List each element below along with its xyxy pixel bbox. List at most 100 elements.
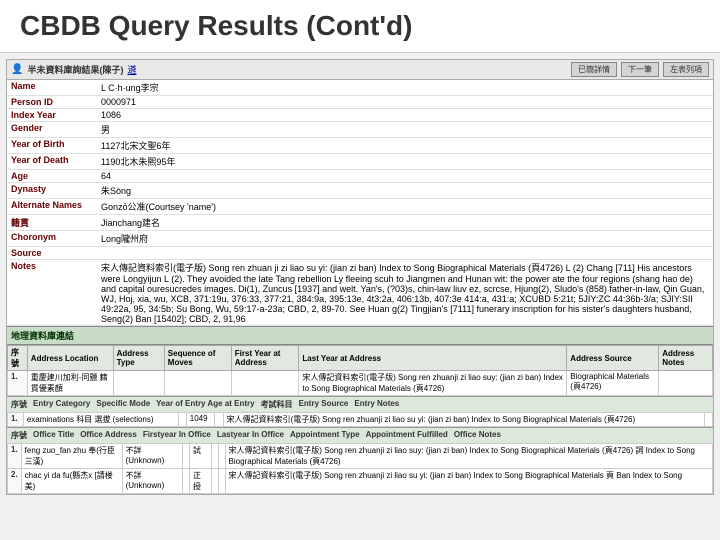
notes-cell: 宋人傳記資料索引(電子版) Song ren zhuanji zi liao s…: [225, 444, 712, 469]
top-bar-link[interactable]: 遴: [127, 63, 136, 76]
last-year-cell: 宋人傳記資料索引(電子版) Song ren zhuanji zi liao s…: [299, 371, 567, 396]
appt-type-cell: [211, 469, 218, 494]
entry-row: 1. examinations 科目 選拔 (selections) 1049 …: [8, 413, 713, 427]
person-field-row: Index Year 1086: [7, 109, 713, 122]
field-value: 男: [97, 122, 713, 138]
person-field-row: Choronym Long隴州府: [7, 231, 713, 247]
person-field-row: Name L C·h·ung李宗: [7, 80, 713, 96]
field-label: Person ID: [7, 96, 97, 109]
office-row: 1. feng zuo_fan zhu 奉(行臣三漢) 不詳 (Unknown)…: [8, 444, 713, 469]
last-cell: 試: [190, 444, 212, 469]
entry-table: 1. examinations 科目 選拔 (selections) 1049 …: [7, 412, 713, 427]
person-field-row: Alternate Names Gonzō公准(Courtsey 'name'): [7, 199, 713, 215]
appt-type-cell: [211, 444, 218, 469]
person-field-row: Gender 男: [7, 122, 713, 138]
field-value: 1190北木朱熙95年: [97, 154, 713, 170]
field-value: 朱Sòng: [97, 183, 713, 199]
field-label: 籍貫: [7, 215, 97, 231]
section1-header: 地理資料庫連結: [7, 326, 713, 345]
field-label: Choronym: [7, 231, 97, 247]
address-cell: 不詳 (Unknown): [122, 469, 182, 494]
field-value: Jianchang建名: [97, 215, 713, 231]
top-bar: 👤 半未資料庫詢結果(陳子) 遴 已簡詳情 下一筆 左表列項: [7, 60, 713, 80]
section2-subheader: 序號 Entry Category Specific Mode Year of …: [7, 396, 713, 412]
address-col-header: Last Year at Address: [299, 346, 567, 371]
field-label: Name: [7, 80, 97, 96]
section3-subheader-row: 序號 Office Title Office Address Firstyear…: [11, 430, 709, 441]
address-col-header: 序號: [8, 346, 28, 371]
seq-cell: 1.: [8, 413, 24, 427]
address-col-header: Address Type: [113, 346, 164, 371]
person-field-row: Age 64: [7, 170, 713, 183]
field-label: Index Year: [7, 109, 97, 122]
notes-cell: [659, 371, 713, 396]
field-value: 1127北宋文聖6年: [97, 138, 713, 154]
person-field-row: Dynasty 朱Sòng: [7, 183, 713, 199]
address-col-header: Address Location: [27, 346, 113, 371]
next-button[interactable]: 下一筆: [621, 62, 659, 77]
last-cell: 正授: [190, 469, 212, 494]
fulfilled-cell: [218, 444, 225, 469]
office-row: 2. chac yi da fu(縣杰x [請楼 美) 不詳 (Unknown)…: [8, 469, 713, 494]
main-content: 👤 半未資料庫詢結果(陳子) 遴 已簡詳情 下一筆 左表列項 Name L C·…: [6, 59, 714, 495]
field-label: Notes: [7, 260, 97, 326]
list-button[interactable]: 左表列項: [663, 62, 709, 77]
field-value: L C·h·ung李宗: [97, 80, 713, 96]
top-bar-left: 👤 半未資料庫詢結果(陳子) 遴: [11, 63, 136, 76]
person-field-row: Year of Death 1190北木朱熙95年: [7, 154, 713, 170]
seq-cell: 1.: [8, 371, 28, 396]
field-label: Gender: [7, 122, 97, 138]
page-title: CBDB Query Results (Cont'd): [20, 10, 700, 42]
type-cell: [113, 371, 164, 396]
field-value: Long隴州府: [97, 231, 713, 247]
notes-cell: [704, 413, 712, 427]
section2-subheader-row: 序號 Entry Category Specific Mode Year of …: [11, 399, 709, 410]
address-cell: 不詳 (Unknown): [122, 444, 182, 469]
top-bar-title: 半未資料庫詢結果(陳子): [27, 63, 123, 76]
field-value: [97, 247, 713, 260]
year-cell: 1049: [186, 413, 215, 427]
person-info-table: Name L C·h·ung李宗 Person ID 0000971 Index…: [7, 80, 713, 326]
source-cell: 宋人傳記資料索引(電子版) Song ren zhuanji zi liao s…: [223, 413, 704, 427]
person-field-row: Source: [7, 247, 713, 260]
person-icon: 👤: [11, 64, 23, 75]
title-cell: chac yi da fu(縣杰x [請楼 美): [21, 469, 122, 494]
notes-cell: 宋人傳記資料索引(電子版) Song ren zhuanji zi liao s…: [225, 469, 712, 494]
field-value: 0000971: [97, 96, 713, 109]
field-value: Gonzō公准(Courtsey 'name'): [97, 199, 713, 215]
field-label: Alternate Names: [7, 199, 97, 215]
address-col-header: First Year at Address: [231, 346, 299, 371]
field-value: 宋人傳記資料索引(電子版) Song ren zhuan ji zi liao …: [97, 260, 713, 326]
field-label: Dynasty: [7, 183, 97, 199]
seq-cell: 2.: [8, 469, 22, 494]
seq-cell: 1.: [8, 444, 22, 469]
address-col-header: Sequence of Moves: [164, 346, 231, 371]
field-value: 1086: [97, 109, 713, 122]
person-field-row: Notes 宋人傳記資料索引(電子版) Song ren zhuan ji zi…: [7, 260, 713, 326]
title-cell: feng zuo_fan zhu 奉(行臣三漢): [21, 444, 122, 469]
first-cell: [183, 469, 190, 494]
source-cell: Biographical Materials (頁4726): [567, 371, 659, 396]
sequence-cell: [164, 371, 231, 396]
address-row: 1. 重慶建川加利-同鹽 籍貫優素顏 宋人傳記資料索引(電子版) Song re…: [8, 371, 713, 396]
detail-button[interactable]: 已簡詳情: [571, 62, 617, 77]
field-label: Source: [7, 247, 97, 260]
section3-subheader: 序號 Office Title Office Address Firstyear…: [7, 427, 713, 443]
mode-cell: [178, 413, 186, 427]
page-header: CBDB Query Results (Cont'd): [0, 0, 720, 53]
office-table: 1. feng zuo_fan zhu 奉(行臣三漢) 不詳 (Unknown)…: [7, 443, 713, 494]
person-field-row: Person ID 0000971: [7, 96, 713, 109]
address-table: 序號Address LocationAddress TypeSequence o…: [7, 345, 713, 396]
person-field-row: Year of Birth 1127北宋文聖6年: [7, 138, 713, 154]
location-cell: 重慶建川加利-同鹽 籍貫優素顏: [27, 371, 113, 396]
person-field-row: 籍貫 Jianchang建名: [7, 215, 713, 231]
fulfilled-cell: [218, 469, 225, 494]
address-col-header: Address Notes: [659, 346, 713, 371]
first-year-cell: [231, 371, 299, 396]
first-cell: [183, 444, 190, 469]
address-col-header: Address Source: [567, 346, 659, 371]
field-label: Year of Birth: [7, 138, 97, 154]
field-label: Age: [7, 170, 97, 183]
subject-cell: [215, 413, 223, 427]
top-bar-right: 已簡詳情 下一筆 左表列項: [571, 62, 709, 77]
